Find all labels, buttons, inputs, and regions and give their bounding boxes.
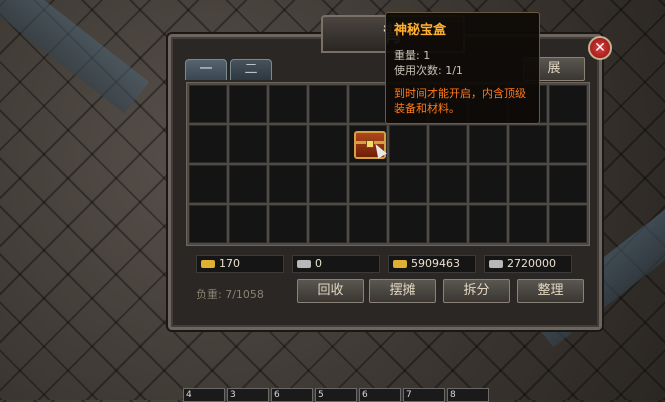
inventory-slot[interactable] xyxy=(509,125,547,163)
inventory-slot[interactable] xyxy=(429,165,467,203)
inventory-slot[interactable] xyxy=(389,125,427,163)
inventory-slot[interactable] xyxy=(549,205,587,243)
inventory-slot[interactable] xyxy=(229,85,267,123)
inventory-slot[interactable] xyxy=(469,125,507,163)
inventory-slot[interactable] xyxy=(189,205,227,243)
gold-coin-stack-icon xyxy=(393,260,407,268)
recycle-button[interactable]: 回收 xyxy=(297,279,364,303)
inventory-slot[interactable] xyxy=(309,205,347,243)
silver-ingot-icon xyxy=(297,260,311,268)
inventory-slot[interactable] xyxy=(389,205,427,243)
silver-coin-value: 2720000 xyxy=(507,257,556,270)
silver-coin-stack-icon xyxy=(489,260,503,268)
inventory-slot[interactable] xyxy=(229,205,267,243)
item-tooltip: 神秘宝盒 重量: 1 使用次数: 1/1 到时间才能开启，内含顶级装备和材料。 xyxy=(385,12,540,124)
inventory-slot[interactable] xyxy=(469,205,507,243)
gold-ingot-icon xyxy=(201,260,215,268)
inventory-slot[interactable] xyxy=(269,85,307,123)
inventory-slot[interactable] xyxy=(509,165,547,203)
silver-ingot-display: 0 xyxy=(292,255,380,273)
inventory-slot[interactable] xyxy=(229,165,267,203)
inventory-slot[interactable] xyxy=(189,125,227,163)
tooltip-uses: 使用次数: 1/1 xyxy=(394,64,463,77)
gold-coin-value: 5909463 xyxy=(411,257,460,270)
inventory-slot[interactable] xyxy=(549,165,587,203)
scene-road-decoration xyxy=(0,0,149,114)
tooltip-description: 到时间才能开启，内含顶级装备和材料。 xyxy=(394,87,526,115)
inventory-slot[interactable] xyxy=(549,85,587,123)
inventory-slot[interactable] xyxy=(509,205,547,243)
tab-page-2[interactable]: 二 xyxy=(230,59,272,80)
inventory-slot[interactable] xyxy=(389,165,427,203)
inventory-slot[interactable] xyxy=(309,165,347,203)
inventory-slot[interactable] xyxy=(269,165,307,203)
inventory-slot[interactable] xyxy=(269,205,307,243)
inventory-slot[interactable] xyxy=(229,125,267,163)
tooltip-title: 神秘宝盒 xyxy=(394,23,447,38)
inventory-slot[interactable] xyxy=(349,205,387,243)
sort-button[interactable]: 整理 xyxy=(517,279,584,303)
inventory-slot[interactable] xyxy=(429,205,467,243)
currency-row: 170 0 5909463 2720000 xyxy=(196,255,572,273)
silver-coin-display: 2720000 xyxy=(484,255,572,273)
bag-tabs: 一 二 xyxy=(185,59,272,80)
silver-ingot-value: 0 xyxy=(315,257,322,270)
inventory-slot[interactable] xyxy=(269,125,307,163)
stall-button[interactable]: 摆摊 xyxy=(369,279,436,303)
inventory-slot[interactable] xyxy=(429,125,467,163)
inventory-slot[interactable] xyxy=(309,125,347,163)
inventory-slot[interactable] xyxy=(469,165,507,203)
tab-page-1[interactable]: 一 xyxy=(185,59,227,80)
inventory-slot[interactable] xyxy=(189,165,227,203)
inventory-slot[interactable] xyxy=(349,85,387,123)
inventory-slot[interactable] xyxy=(349,125,387,163)
split-button[interactable]: 拆分 xyxy=(443,279,510,303)
gold-ingot-display: 170 xyxy=(196,255,284,273)
inventory-slot[interactable] xyxy=(309,85,347,123)
weight-label: 负重: 7/1058 xyxy=(196,288,264,301)
close-icon[interactable]: ✕ xyxy=(588,36,612,60)
gold-coin-display: 5909463 xyxy=(388,255,476,273)
gold-ingot-value: 170 xyxy=(219,257,240,270)
inventory-slot[interactable] xyxy=(349,165,387,203)
tooltip-weight: 重量: 1 xyxy=(394,49,431,62)
inventory-slot[interactable] xyxy=(549,125,587,163)
inventory-slot[interactable] xyxy=(189,85,227,123)
